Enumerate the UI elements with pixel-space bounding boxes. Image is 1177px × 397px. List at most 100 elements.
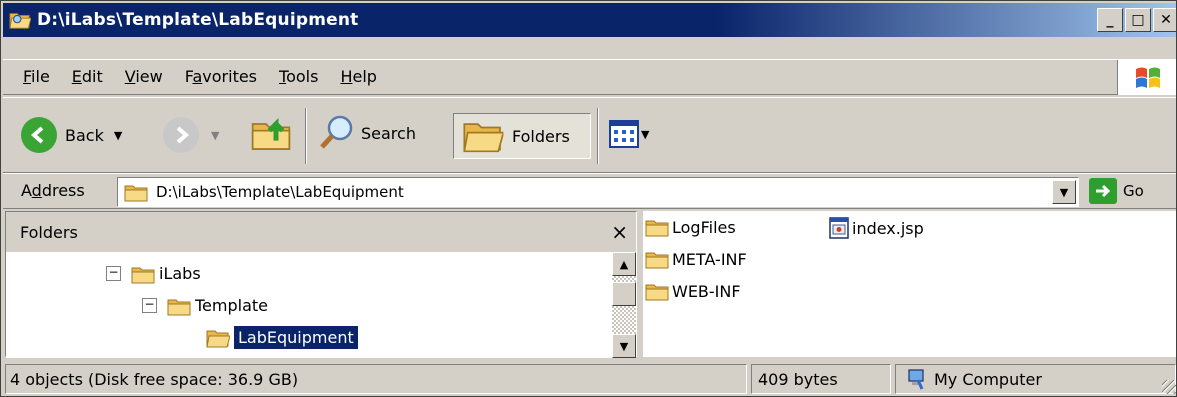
jsp-file-icon [829, 217, 849, 239]
menubar: File Edit View Favorites Tools Help [3, 59, 1118, 95]
menu-file-label: ile [31, 67, 50, 86]
menu-favorites-label: vorites [202, 67, 258, 86]
search-label: Search [361, 123, 416, 143]
maximize-icon: □ [1131, 12, 1145, 28]
up-folder-button[interactable] [251, 114, 291, 154]
file-name: META-INF [672, 249, 747, 269]
file-name: LogFiles [672, 217, 736, 237]
minimize-button[interactable]: _ [1097, 8, 1123, 32]
folder-tree: − iLabs − Template LabEquipment [6, 252, 612, 358]
menu-help-accel: H [340, 67, 353, 86]
address-input[interactable]: D:\iLabs\Template\LabEquipment ▼ [117, 177, 1079, 207]
toolbar: Back ▼ ▼ Search Folders ▼ [3, 97, 1176, 173]
resize-grip[interactable] [1162, 380, 1176, 394]
explorer-window: D:\iLabs\Template\LabEquipment _ □ ✕ Fil… [0, 0, 1177, 397]
tree-item-template[interactable]: − Template [142, 294, 272, 317]
toolbar-separator [305, 108, 307, 164]
menu-view-label: iew [135, 67, 163, 86]
go-label: Go [1123, 182, 1144, 200]
list-item-index-jsp[interactable]: index.jsp [829, 217, 924, 239]
folder-icon [124, 182, 148, 202]
menu-edit[interactable]: Edit [61, 67, 114, 86]
forward-button[interactable]: ▼ [163, 117, 219, 153]
menu-help-label: elp [352, 67, 377, 86]
menu-favorites-accel: a [192, 67, 203, 86]
address-label-accel: d [31, 181, 42, 200]
scroll-up-button[interactable]: ▲ [612, 252, 636, 276]
address-dropdown-button[interactable]: ▼ [1052, 180, 1076, 204]
menu-edit-label: dit [81, 67, 103, 86]
folders-pane-header: Folders × [6, 212, 636, 252]
search-icon [320, 115, 353, 149]
back-dropdown-icon[interactable]: ▼ [114, 129, 122, 142]
status-size-text: 409 bytes [758, 369, 838, 389]
list-item-meta-inf[interactable]: META-INF [645, 249, 747, 269]
address-label-rest: dress [41, 181, 85, 200]
chevron-up-icon: ▲ [619, 257, 629, 271]
folder-search-icon [9, 10, 31, 30]
scroll-thumb[interactable] [612, 282, 636, 306]
tree-item-label: LabEquipment [234, 326, 358, 349]
close-icon[interactable]: × [611, 220, 628, 244]
forward-arrow-icon [163, 117, 199, 153]
address-label: Address [21, 181, 85, 200]
collapse-icon[interactable]: − [142, 298, 157, 313]
status-location: My Computer [895, 364, 1176, 394]
list-item-web-inf[interactable]: WEB-INF [645, 281, 741, 301]
folder-open-icon [206, 328, 230, 348]
menu-tools[interactable]: Tools [268, 67, 329, 86]
tree-item-labequipment[interactable]: LabEquipment [206, 326, 358, 349]
menu-view[interactable]: View [114, 67, 174, 86]
folders-label: Folders [512, 126, 570, 146]
menu-help[interactable]: Help [329, 67, 387, 86]
status-objects: 4 objects (Disk free space: 36.9 GB) [5, 364, 747, 394]
maximize-button[interactable]: □ [1125, 8, 1151, 32]
windows-logo-icon [1117, 60, 1176, 95]
views-icon [609, 120, 639, 148]
folder-icon [645, 249, 669, 269]
tree-item-label: Template [195, 296, 269, 315]
menu-view-accel: V [124, 67, 136, 86]
search-button[interactable]: Search [317, 113, 416, 153]
menu-favorites[interactable]: Favorites [174, 67, 268, 86]
tree-item-label: iLabs [159, 264, 201, 283]
back-label: Back [65, 125, 104, 145]
close-icon: ✕ [1160, 12, 1172, 28]
collapse-icon[interactable]: − [106, 266, 121, 281]
go-button[interactable]: Go [1089, 178, 1144, 204]
chevron-down-icon: ▼ [1059, 185, 1069, 199]
folder-up-icon [251, 117, 291, 154]
folder-icon [131, 264, 155, 284]
title-bar[interactable]: D:\iLabs\Template\LabEquipment _ □ ✕ [3, 3, 1176, 37]
status-size: 409 bytes [751, 364, 891, 394]
views-dropdown-icon[interactable]: ▼ [641, 128, 649, 141]
menu-file-accel: F [23, 67, 32, 86]
window-title: D:\iLabs\Template\LabEquipment [37, 10, 359, 30]
go-arrow-icon [1089, 178, 1117, 204]
file-list: LogFiles META-INF WEB-INF index.jsp [643, 211, 1176, 357]
folders-pane-title: Folders [20, 223, 78, 242]
folders-icon [462, 119, 504, 153]
forward-dropdown-icon[interactable]: ▼ [211, 129, 219, 142]
my-computer-icon [908, 369, 924, 390]
folder-icon [645, 281, 669, 301]
menu-edit-accel: E [71, 67, 82, 86]
close-button[interactable]: ✕ [1153, 8, 1176, 32]
vertical-scrollbar[interactable]: ▲ ▼ [612, 252, 636, 358]
scroll-down-button[interactable]: ▼ [612, 334, 636, 358]
back-button[interactable]: Back ▼ [21, 117, 122, 153]
folders-button[interactable]: Folders [453, 113, 591, 159]
list-item-logfiles[interactable]: LogFiles [645, 217, 736, 237]
status-location-text: My Computer [934, 369, 1042, 389]
back-arrow-icon [21, 117, 57, 153]
tree-item-ilabs[interactable]: − iLabs [106, 262, 205, 285]
folder-icon [167, 296, 191, 316]
views-button[interactable]: ▼ [609, 120, 649, 148]
status-objects-text: 4 objects (Disk free space: 36.9 GB) [10, 369, 299, 389]
address-label-pre: A [21, 181, 32, 200]
chevron-down-icon: ▼ [619, 339, 629, 353]
window-controls: _ □ ✕ [1097, 8, 1176, 32]
file-name: WEB-INF [672, 281, 741, 301]
toolbar-separator-2 [597, 108, 599, 164]
menu-file[interactable]: File [3, 67, 61, 86]
